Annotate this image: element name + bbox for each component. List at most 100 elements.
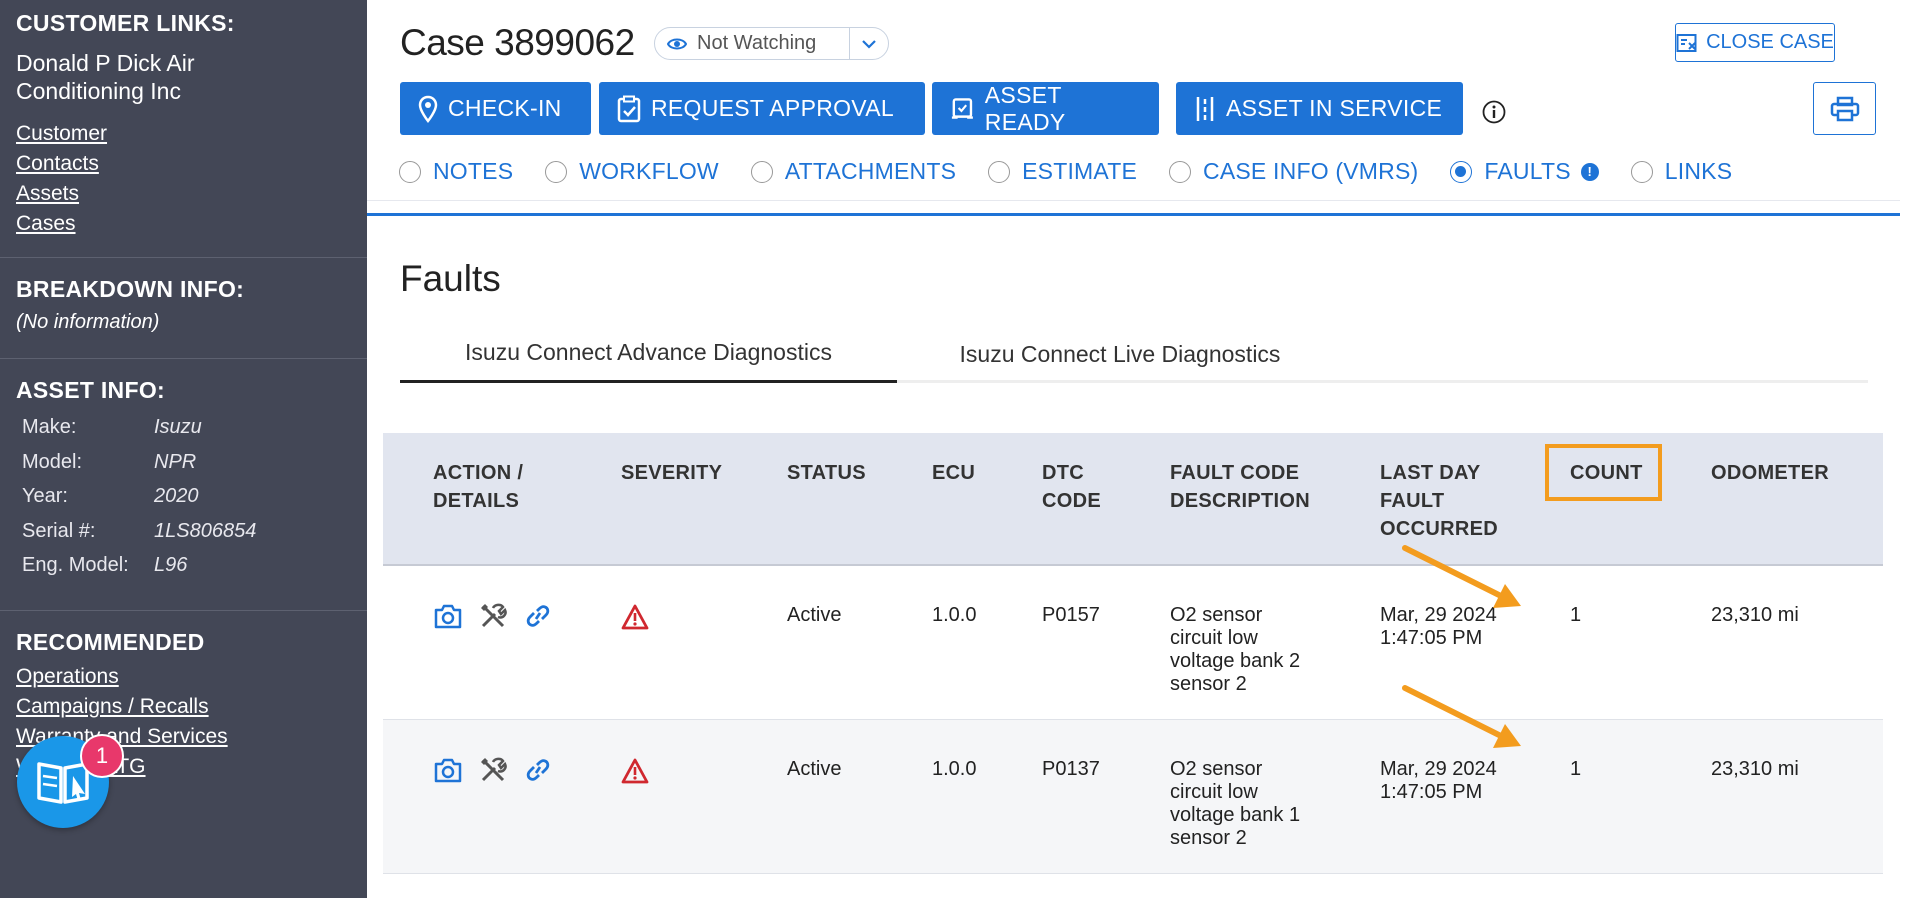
asset-ready-button[interactable]: ASSET READY [932,82,1159,135]
print-button[interactable] [1813,82,1876,135]
divider [367,200,1900,201]
close-case-label: CLOSE CASE [1706,31,1834,53]
asset-row-year: Year: 2020 [16,479,351,514]
tab-estimate[interactable]: ESTIMATE [988,158,1137,185]
count-cell: 1 [1570,758,1582,780]
tab-attachments[interactable]: ATTACHMENTS [750,158,957,185]
radio-icon [750,160,773,183]
check-in-label: CHECK-IN [448,95,562,121]
severity-warning-icon [621,604,649,636]
diagnostics-tabs: Isuzu Connect Advance Diagnostics Isuzu … [400,325,1868,383]
sidebar-link-customer[interactable]: Customer [16,119,351,149]
tab-notes[interactable]: NOTES [399,158,513,185]
printer-icon [1830,96,1859,121]
tab-links[interactable]: LINKS [1630,158,1733,185]
asset-ready-label: ASSET READY [984,81,1066,135]
status-cell: Active [787,758,842,780]
info-icon[interactable] [1482,100,1506,129]
asset-row-model: Model: NPR [16,445,351,480]
breakdown-title: BREAKDOWN INFO: [16,276,245,302]
main-panel: Case 3899062 Not Watching CLOSE CASE CHE… [367,0,1920,898]
row-actions [433,756,553,784]
watch-dropdown[interactable] [850,28,888,59]
section-title: Faults [400,258,501,299]
asset-value: NPR [154,450,197,473]
col-status: STATUS [787,462,866,484]
count-cell: 1 [1570,604,1582,626]
radio-checked-icon [1450,160,1473,183]
watch-toggle[interactable]: Not Watching [654,27,889,60]
tab-label: FAULTS [1484,158,1571,184]
close-case-icon [1676,33,1697,52]
asset-value: 2020 [154,485,199,507]
annotation-arrows [1402,545,1521,748]
tab-label: LINKS [1664,158,1733,184]
tabs-underline [367,213,1900,216]
tab-label: ESTIMATE [1022,158,1138,184]
tools-icon[interactable] [479,602,507,630]
tab-workflow[interactable]: WORKFLOW [545,158,719,185]
customer-name: Donald P Dick Air Conditioning Inc [16,50,195,104]
asset-key: Model: [22,450,83,473]
radio-icon [988,160,1011,183]
eye-icon [667,38,687,49]
camera-icon[interactable] [433,756,463,784]
tab-advance-diagnostics[interactable]: Isuzu Connect Advance Diagnostics [400,325,897,383]
tab-label: CASE INFO (VMRS) [1203,158,1419,184]
clipboard-check-icon [617,95,641,122]
asset-row-eng-model: Eng. Model: L96 [16,548,351,583]
table-header: ACTION / DETAILS SEVERITY STATUS ECU DTC… [383,433,1883,566]
sidebar-link-campaigns[interactable]: Campaigns / Recalls [16,692,351,722]
tab-label: ATTACHMENTS [784,158,957,184]
asset-in-service-icon [1196,96,1214,121]
breakdown-value: (No information) [16,311,160,333]
description-cell: O2 sensor circuit low voltage bank 2 sen… [1170,604,1301,695]
sidebar-link-cases[interactable]: Cases [16,209,351,239]
tab-faults[interactable]: FAULTS! [1450,158,1599,185]
link-icon[interactable] [523,756,553,784]
odometer-cell: 23,310 mi [1711,758,1799,780]
link-icon[interactable] [523,602,553,630]
radio-icon [545,160,568,183]
close-case-button[interactable]: CLOSE CASE [1675,23,1835,62]
alert-icon: ! [1580,162,1599,181]
sidebar-link-operations[interactable]: Operations [16,662,351,692]
count-highlight-box [1545,444,1662,501]
notification-badge: 1 [80,734,124,778]
asset-key: Make: [22,416,77,438]
asset-in-service-button[interactable]: ASSET IN SERVICE [1176,82,1463,135]
tools-icon[interactable] [479,756,507,784]
tab-case-info[interactable]: CASE INFO (VMRS) [1169,158,1418,185]
asset-row-make: Make: Isuzu [16,410,351,445]
check-in-button[interactable]: CHECK-IN [400,82,591,135]
map-pin-icon [418,95,438,123]
dtc-cell: P0137 [1042,758,1100,780]
asset-ready-icon [951,97,973,119]
request-approval-button[interactable]: REQUEST APPROVAL [599,82,925,135]
camera-icon[interactable] [433,602,463,630]
request-approval-label: REQUEST APPROVAL [651,95,894,121]
asset-key: Serial #: [22,519,96,542]
radio-icon [1169,160,1192,183]
tab-live-diagnostics[interactable]: Isuzu Connect Live Diagnostics [897,325,1343,383]
asset-value: L96 [154,554,188,576]
watch-button[interactable]: Not Watching [655,28,850,59]
col-last-day: LAST DAY FAULT OCCURRED [1380,462,1498,540]
sidebar-link-assets[interactable]: Assets [16,179,351,209]
last-day-cell: Mar, 29 2024 1:47:05 PM [1380,758,1497,803]
sidebar-link-contacts[interactable]: Contacts [16,149,351,179]
asset-key: Eng. Model: [22,554,129,576]
ecu-cell: 1.0.0 [932,604,977,626]
col-ecu: ECU [932,462,976,484]
asset-in-service-label: ASSET IN SERVICE [1226,95,1443,121]
chevron-down-icon [862,39,876,49]
asset-key: Year: [22,485,68,507]
asset-row-serial: Serial #: 1LS806854 [16,514,351,549]
asset-value: Isuzu [154,416,202,438]
customer-links-title: CUSTOMER LINKS: [16,10,235,36]
status-cell: Active [787,604,842,626]
radio-icon [399,160,421,183]
case-tabs: NOTES WORKFLOW ATTACHMENTS ESTIMATE CASE… [399,158,1764,185]
col-severity: SEVERITY [621,462,723,484]
col-odometer: ODOMETER [1711,462,1829,484]
